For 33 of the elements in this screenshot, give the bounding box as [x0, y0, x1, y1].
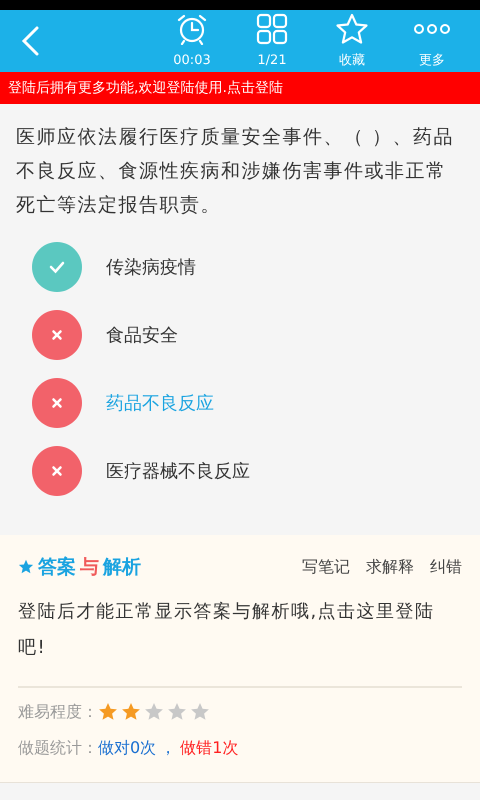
cross-icon [32, 378, 82, 428]
more-icon [413, 23, 451, 36]
action-link[interactable]: 写笔记 [302, 555, 350, 580]
stats-label: 做题统计： [18, 736, 98, 758]
cross-icon [32, 310, 82, 360]
star-icon [98, 702, 118, 722]
star-icon [335, 13, 369, 46]
answer-option[interactable]: 食品安全 [32, 310, 464, 360]
alarm-clock-icon [175, 13, 209, 46]
action-link[interactable]: 纠错 [430, 555, 462, 580]
action-link[interactable]: 求解释 [366, 555, 414, 580]
back-icon [20, 26, 40, 56]
section-logo-text: 与 [80, 555, 99, 580]
check-icon [32, 242, 82, 292]
question-text: 医师应依法履行医疗质量安全事件、（ ）、药品不良反应、食源性疾病和涉嫌伤害事件或非正常死亡等法定报告职责。 [16, 125, 456, 218]
back-button[interactable] [20, 26, 40, 56]
star-icon [144, 702, 164, 722]
section-logo-text: 解析 [103, 555, 141, 580]
star-icon [190, 702, 210, 722]
separator-text: ， [159, 736, 178, 758]
grid-icon [256, 13, 288, 46]
star-icon [18, 559, 34, 576]
section-logo-text: 答案 [38, 555, 76, 580]
wrong-count: 做错1次 [180, 736, 238, 758]
login-banner[interactable]: 登陆后拥有更多功能,欢迎登陆使用.点击登陆 [0, 72, 480, 104]
correct-count: 做对0次 [98, 736, 156, 758]
difficulty-label: 难易程度： [18, 700, 98, 722]
answer-option[interactable]: 传染病疫情 [32, 242, 464, 292]
star-icon [121, 702, 141, 722]
login-message[interactable]: 登陆后才能正常显示答案与解析哦,点击这里登陆吧! [18, 594, 462, 688]
star-icon [167, 702, 187, 722]
cross-icon [32, 446, 82, 496]
answer-option[interactable]: 医疗器械不良反应 [32, 446, 464, 496]
